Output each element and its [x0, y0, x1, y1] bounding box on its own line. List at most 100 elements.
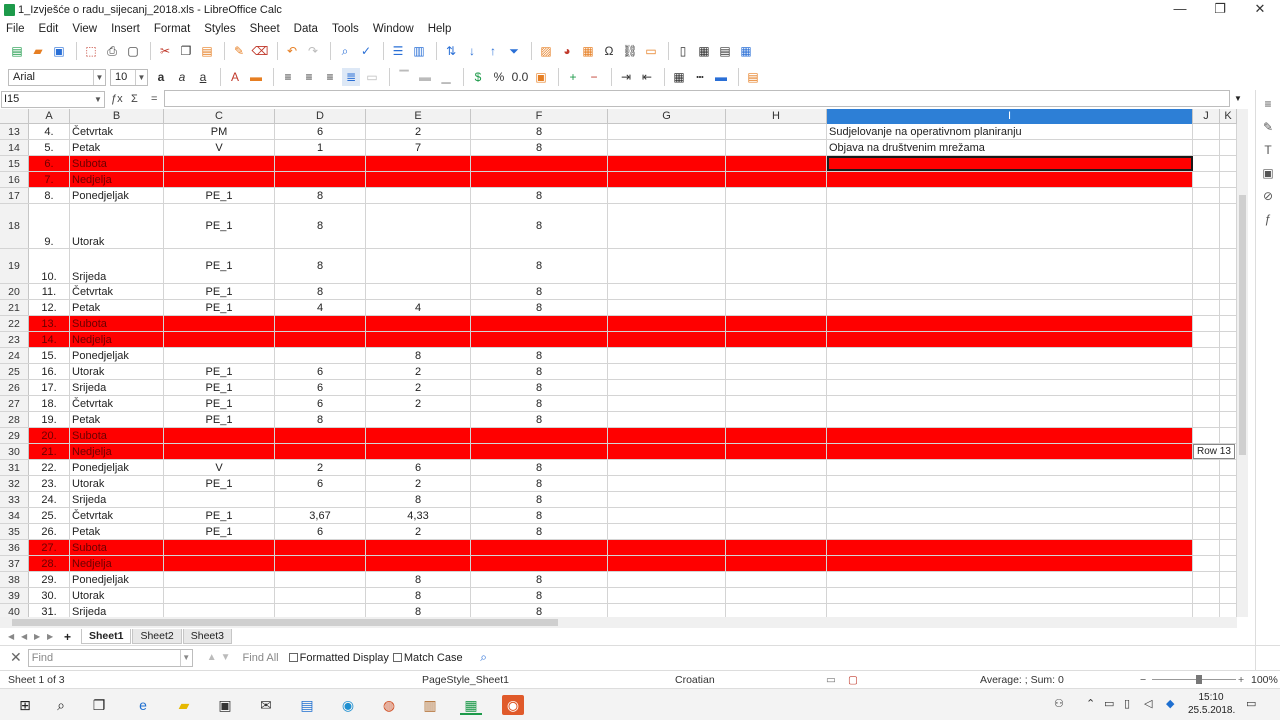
cell-e32[interactable]: 2: [366, 476, 471, 491]
menu-tools[interactable]: Tools: [332, 23, 359, 35]
row-header[interactable]: 26: [0, 380, 29, 395]
cell-e31[interactable]: 6: [366, 460, 471, 475]
underline-icon[interactable]: a: [194, 68, 212, 86]
cell-b24[interactable]: Ponedjeljak: [70, 348, 164, 363]
cell-i22[interactable]: [827, 316, 1193, 331]
chevron-down-icon[interactable]: ▼: [135, 69, 147, 85]
cell-h31[interactable]: [726, 460, 827, 475]
cell-f15[interactable]: [471, 156, 608, 171]
row-header[interactable]: 18: [0, 204, 29, 248]
bold-icon[interactable]: a: [152, 68, 170, 86]
cell-g34[interactable]: [608, 508, 726, 523]
cell-d14[interactable]: 1: [275, 140, 366, 155]
zoom-slider-thumb[interactable]: [1196, 675, 1202, 684]
hyperlink-icon[interactable]: ⛓: [621, 42, 639, 60]
column-icon[interactable]: ▥: [410, 42, 428, 60]
cell-g19[interactable]: [608, 249, 726, 283]
vertical-scroll-thumb[interactable]: [1239, 195, 1246, 455]
cell-h36[interactable]: [726, 540, 827, 555]
insert-image-icon[interactable]: ▨: [537, 42, 555, 60]
cell-a39[interactable]: 30.: [29, 588, 70, 603]
find-next-icon[interactable]: ▼: [221, 652, 231, 663]
menu-styles[interactable]: Styles: [204, 23, 235, 35]
cell-b34[interactable]: Četvrtak: [70, 508, 164, 523]
cell-d13[interactable]: 6: [275, 124, 366, 139]
row-header[interactable]: 24: [0, 348, 29, 363]
cell-j31[interactable]: [1193, 460, 1220, 475]
split-window-icon[interactable]: ▦: [737, 42, 755, 60]
cell-g17[interactable]: [608, 188, 726, 203]
vertical-scrollbar[interactable]: [1237, 109, 1248, 617]
cell-h27[interactable]: [726, 396, 827, 411]
properties-icon[interactable]: ✎: [1259, 118, 1277, 136]
row-header[interactable]: 36: [0, 540, 29, 555]
cell-d35[interactable]: 6: [275, 524, 366, 539]
cell-j15[interactable]: [1193, 156, 1220, 171]
network-icon[interactable]: ▭: [1104, 697, 1114, 710]
cell-e18[interactable]: [366, 204, 471, 248]
cell-d15[interactable]: [275, 156, 366, 171]
cell-j16[interactable]: [1193, 172, 1220, 187]
cell-k21[interactable]: [1220, 300, 1237, 315]
cell-j29[interactable]: [1193, 428, 1220, 443]
align-center-icon[interactable]: ≡: [300, 68, 318, 86]
cell-j17[interactable]: [1193, 188, 1220, 203]
windows-start-icon[interactable]: ⊞: [14, 695, 36, 715]
cell-h16[interactable]: [726, 172, 827, 187]
cell-f21[interactable]: 8: [471, 300, 608, 315]
cell-k27[interactable]: [1220, 396, 1237, 411]
find-input[interactable]: Find ▼: [27, 648, 193, 667]
decrease-indent-icon[interactable]: ⇤: [638, 68, 656, 86]
cell-i30[interactable]: [827, 444, 1193, 459]
paste-icon[interactable]: ▤: [198, 42, 216, 60]
cell-c35[interactable]: PE_1: [164, 524, 275, 539]
cell-c21[interactable]: PE_1: [164, 300, 275, 315]
row-header[interactable]: 27: [0, 396, 29, 411]
cell-h22[interactable]: [726, 316, 827, 331]
row-icon[interactable]: ☰: [389, 42, 407, 60]
cell-a16[interactable]: 7.: [29, 172, 70, 187]
cell-c23[interactable]: [164, 332, 275, 347]
cell-i21[interactable]: [827, 300, 1193, 315]
save-icon[interactable]: ▣: [50, 42, 68, 60]
cell-g30[interactable]: [608, 444, 726, 459]
define-print-area-icon[interactable]: ▦: [695, 42, 713, 60]
cell-g35[interactable]: [608, 524, 726, 539]
font-size-combo[interactable]: 10 ▼: [110, 68, 148, 86]
row-header[interactable]: 28: [0, 412, 29, 427]
freeze-rows-icon[interactable]: ▤: [716, 42, 734, 60]
cell-h26[interactable]: [726, 380, 827, 395]
row-header[interactable]: 35: [0, 524, 29, 539]
cell-d36[interactable]: [275, 540, 366, 555]
column-header-k[interactable]: K: [1220, 109, 1237, 124]
cell-j33[interactable]: [1193, 492, 1220, 507]
cell-e13[interactable]: 2: [366, 124, 471, 139]
cell-j27[interactable]: [1193, 396, 1220, 411]
delete-decimal-icon[interactable]: −: [585, 68, 603, 86]
cell-d16[interactable]: [275, 172, 366, 187]
cell-f20[interactable]: 8: [471, 284, 608, 299]
find-all-button[interactable]: Find All: [243, 652, 279, 664]
select-all-corner[interactable]: [0, 109, 29, 124]
print-icon[interactable]: ⎙: [103, 42, 121, 60]
cell-e23[interactable]: [366, 332, 471, 347]
row-header[interactable]: 15: [0, 156, 29, 171]
cell-k22[interactable]: [1220, 316, 1237, 331]
cell-h38[interactable]: [726, 572, 827, 587]
cell-j38[interactable]: [1193, 572, 1220, 587]
cell-d26[interactable]: 6: [275, 380, 366, 395]
cell-k24[interactable]: [1220, 348, 1237, 363]
cell-a34[interactable]: 25.: [29, 508, 70, 523]
font-name-combo[interactable]: Arial ▼: [8, 68, 106, 86]
cell-a13[interactable]: 4.: [29, 124, 70, 139]
cell-f30[interactable]: [471, 444, 608, 459]
italic-icon[interactable]: a: [173, 68, 191, 86]
cell-j20[interactable]: [1193, 284, 1220, 299]
cell-a27[interactable]: 18.: [29, 396, 70, 411]
store-icon[interactable]: ▣: [214, 695, 236, 715]
cell-a35[interactable]: 26.: [29, 524, 70, 539]
cell-g37[interactable]: [608, 556, 726, 571]
cell-k15[interactable]: [1220, 156, 1237, 171]
cell-c32[interactable]: PE_1: [164, 476, 275, 491]
cell-i31[interactable]: [827, 460, 1193, 475]
